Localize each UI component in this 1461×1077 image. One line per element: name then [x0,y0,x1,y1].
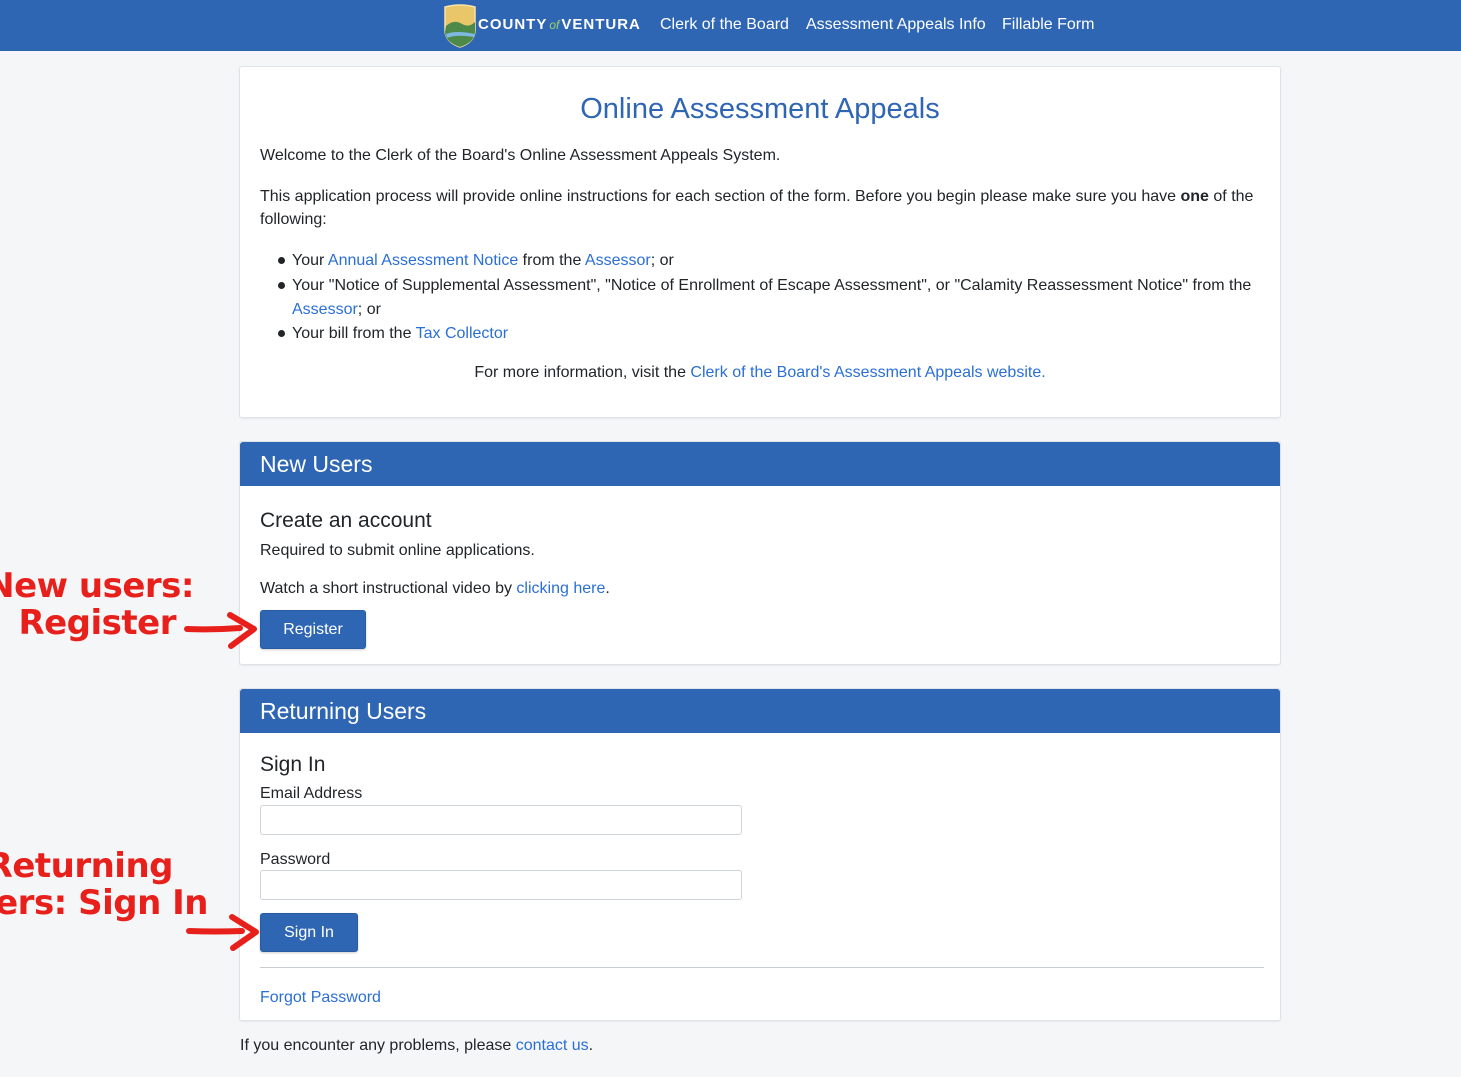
county-seal-icon [444,4,476,48]
arrow-icon [186,914,259,951]
assessor-link[interactable]: Assessor [292,301,358,318]
assessor-link[interactable]: Assessor [585,252,651,269]
instructions-text-continued: following: [260,211,327,228]
sign-in-heading: Sign In [260,753,326,776]
returning-users-heading: Returning Users [240,689,1280,733]
email-field[interactable] [260,805,742,835]
top-navbar: COUNTY of VENTURA Clerk of the Board Asses… [0,0,1461,51]
password-field[interactable] [260,870,742,900]
page-title: Online Assessment Appeals [580,93,940,125]
video-text: Watch a short instructional video by cli… [260,580,610,597]
annual-assessment-notice-link[interactable]: Annual Assessment Notice [328,252,518,269]
sign-in-button[interactable]: Sign In [260,913,358,952]
divider [260,967,1264,968]
footer-text: If you encounter any problems, please co… [240,1037,594,1054]
intro-card: Online Assessment Appeals Welcome to the… [239,66,1281,418]
create-account-heading: Create an account [260,509,432,532]
tax-collector-link[interactable]: Tax Collector [416,325,508,342]
password-label: Password [260,851,331,868]
more-info-text: For more information, visit the Clerk of… [474,364,1046,381]
contact-us-link[interactable]: contact us [516,1037,589,1054]
list-item-continued: Assessor; or [292,301,381,318]
welcome-text: Welcome to the Clerk of the Board's Onli… [260,147,781,164]
assessment-appeals-website-link[interactable]: Clerk of the Board's Assessment Appeals … [690,364,1045,381]
list-item: Your "Notice of Supplemental Assessment"… [292,277,1252,294]
instructions-text: This application process will provide on… [260,188,1254,205]
nav-fillable-form[interactable]: Fillable Form [1002,16,1094,34]
new-users-card: New Users Create an account Required to … [239,441,1281,665]
new-users-heading: New Users [240,442,1280,486]
logo-text: COUNTY of VENTURA [478,16,641,33]
video-link[interactable]: clicking here [516,580,605,597]
annotation-new-users: New users: Register [0,566,194,643]
nav-clerk-of-the-board[interactable]: Clerk of the Board [660,16,789,34]
nav-assessment-appeals-info[interactable]: Assessment Appeals Info [806,16,986,34]
register-button[interactable]: Register [260,610,366,649]
county-logo[interactable]: COUNTY of VENTURA [442,4,640,48]
list-item: Your Annual Assessment Notice from the A… [292,252,674,269]
forgot-password-link[interactable]: Forgot Password [260,986,381,1009]
bullet-dot [278,282,285,289]
annotation-returning-users: Returning users: Sign In [0,846,209,923]
bullet-dot [278,257,285,264]
bullet-dot [278,330,285,337]
arrow-icon [184,612,257,649]
email-label: Email Address [260,785,363,802]
list-item: Your bill from the Tax Collector [292,325,509,342]
create-account-desc: Required to submit online applications. [260,542,535,559]
returning-users-card: Returning Users Sign In Email Address Pa… [239,688,1281,1021]
